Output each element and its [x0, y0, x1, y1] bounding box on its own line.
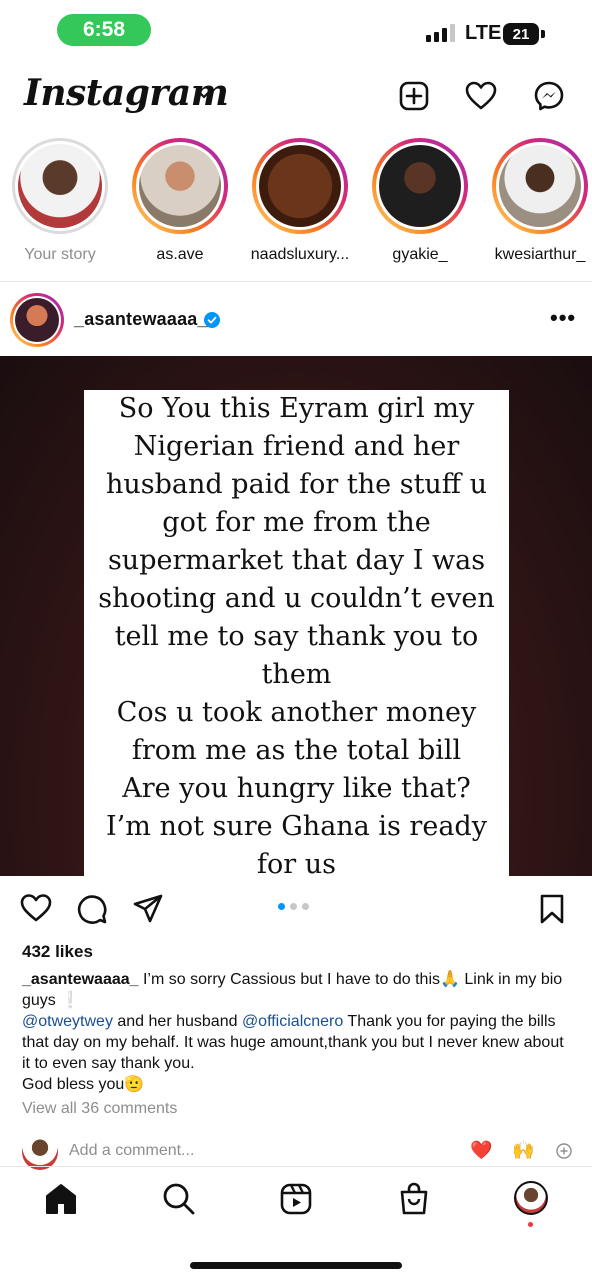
battery-tip [541, 30, 545, 38]
save-bookmark-icon[interactable] [538, 893, 566, 925]
cellular-signal-icon [426, 24, 455, 42]
heart-activity-icon[interactable] [465, 80, 497, 112]
caption-closing: God bless you🫡 [22, 1076, 145, 1093]
share-icon[interactable] [132, 893, 164, 925]
view-all-comments[interactable]: View all 36 comments [22, 1100, 177, 1118]
notification-dot [528, 1222, 533, 1227]
status-time: 6:58 [57, 14, 151, 46]
more-options-icon[interactable]: ••• [550, 305, 576, 331]
story-avatar [259, 145, 341, 227]
create-post-icon[interactable] [398, 80, 430, 112]
battery-icon: 21 [503, 23, 539, 45]
quick-reaction-heart[interactable]: ❤️ [470, 1140, 492, 1161]
story-name: Your story [24, 246, 96, 263]
story-your-story[interactable]: Your story [8, 138, 112, 264]
caption-text: and her husband [112, 1013, 242, 1030]
story-avatar [499, 145, 581, 227]
note-text: So You this Eyram girl my Nigerian frien… [98, 393, 495, 876]
story-as-ave[interactable]: as.ave [128, 138, 232, 264]
profile-avatar-tab[interactable] [514, 1181, 548, 1215]
story-kwesiarthur[interactable]: kwesiarthur_ [488, 138, 592, 264]
reels-icon[interactable] [278, 1181, 314, 1217]
like-icon[interactable] [20, 893, 52, 923]
story-name: gyakie_ [392, 246, 448, 263]
post-username[interactable]: _asantewaaaa_ [74, 309, 208, 330]
verified-badge-icon [204, 312, 220, 328]
post-image[interactable]: So You this Eyram girl my Nigerian frien… [0, 356, 592, 876]
story-name: naadsluxury... [250, 246, 350, 263]
add-reaction-icon[interactable] [556, 1143, 572, 1159]
story-naadsluxury[interactable]: naadsluxury... [248, 138, 352, 264]
home-indicator [190, 1262, 402, 1269]
carousel-dot [278, 903, 285, 910]
story-name: kwesiarthur_ [494, 246, 586, 263]
mention-otweytwey[interactable]: @otweytwey [22, 1013, 113, 1030]
commenter-avatar [22, 1134, 58, 1170]
note-card: So You this Eyram girl my Nigerian frien… [84, 390, 509, 876]
carousel-indicator [278, 903, 309, 910]
search-icon[interactable] [161, 1181, 197, 1217]
comment-icon[interactable] [76, 893, 108, 925]
quick-reaction-hands[interactable]: 🙌 [512, 1140, 534, 1161]
likes-count[interactable]: 432 likes [22, 942, 93, 962]
divider [0, 1166, 592, 1167]
carousel-dot [290, 903, 297, 910]
story-name: as.ave [156, 246, 204, 263]
story-avatar [379, 145, 461, 227]
post-author-avatar[interactable] [10, 293, 64, 347]
mention-officialcnero[interactable]: @officialcnero [242, 1013, 343, 1030]
post-caption: _asantewaaaa_ I’m so sorry Cassious but … [22, 969, 572, 1095]
story-avatar [18, 144, 102, 228]
network-type: LTE [465, 22, 502, 44]
messenger-icon[interactable] [533, 80, 565, 112]
add-comment-input[interactable]: Add a comment... [69, 1142, 194, 1160]
shop-icon[interactable] [396, 1181, 432, 1217]
home-icon[interactable] [43, 1181, 79, 1217]
divider [0, 281, 592, 282]
chevron-down-icon[interactable] [196, 88, 212, 100]
story-gyakie[interactable]: gyakie_ [368, 138, 472, 264]
caption-username[interactable]: _asantewaaaa_ [22, 971, 139, 988]
carousel-dot [302, 903, 309, 910]
story-avatar [139, 145, 221, 227]
